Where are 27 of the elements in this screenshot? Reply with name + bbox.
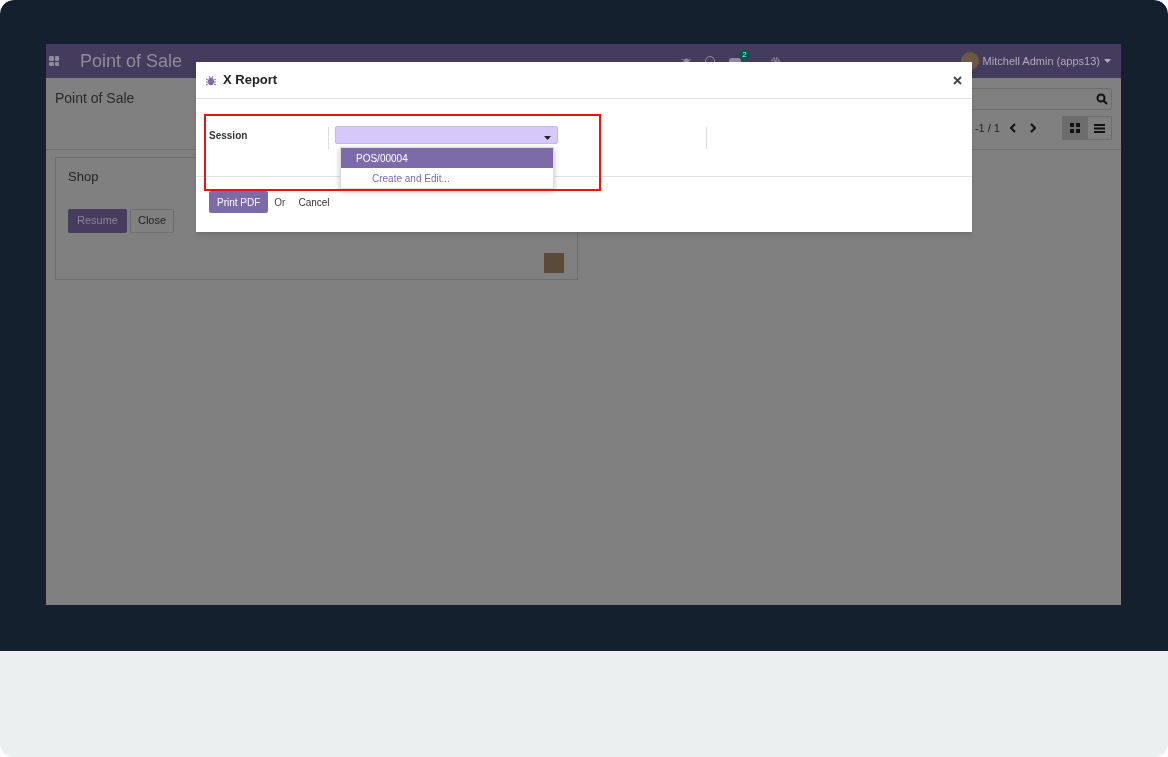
field-label: Session	[209, 129, 248, 143]
previous-page-button[interactable]	[1010, 123, 1016, 133]
or-text: Or	[274, 195, 286, 210]
list-icon	[1094, 123, 1105, 133]
kanban-view-button[interactable]	[1062, 116, 1087, 140]
close-button[interactable]: Close	[129, 208, 175, 233]
caret-icon[interactable]	[1104, 59, 1111, 63]
print-pdf-button[interactable]: Print PDF	[209, 191, 269, 213]
pager-value: -1 / 1	[974, 120, 1000, 136]
create-and-edit-item[interactable]: Create and Edit...	[341, 168, 553, 188]
resume-button[interactable]: Resume	[68, 208, 127, 233]
app-title: Point of Sale	[80, 49, 183, 73]
dropdown-option[interactable]: POS/00004	[341, 148, 553, 168]
card-title: Shop	[68, 168, 99, 186]
next-page-button[interactable]	[1030, 123, 1036, 133]
apps-menu-icon[interactable]	[49, 56, 59, 66]
caret-icon	[544, 136, 551, 140]
search-icon[interactable]	[1096, 93, 1108, 105]
list-view-button[interactable]	[1087, 116, 1112, 140]
close-icon[interactable]	[953, 75, 962, 85]
dialog-title: X Report	[223, 71, 278, 90]
avatar-placeholder	[544, 253, 564, 273]
user-menu[interactable]: Mitchell Admin (apps13)	[982, 52, 1100, 70]
cancel-link[interactable]: Cancel	[298, 194, 330, 210]
chat-count-badge: 2	[739, 50, 750, 60]
grid-icon	[1069, 123, 1080, 133]
breadcrumb[interactable]: Point of Sale	[55, 88, 135, 149]
